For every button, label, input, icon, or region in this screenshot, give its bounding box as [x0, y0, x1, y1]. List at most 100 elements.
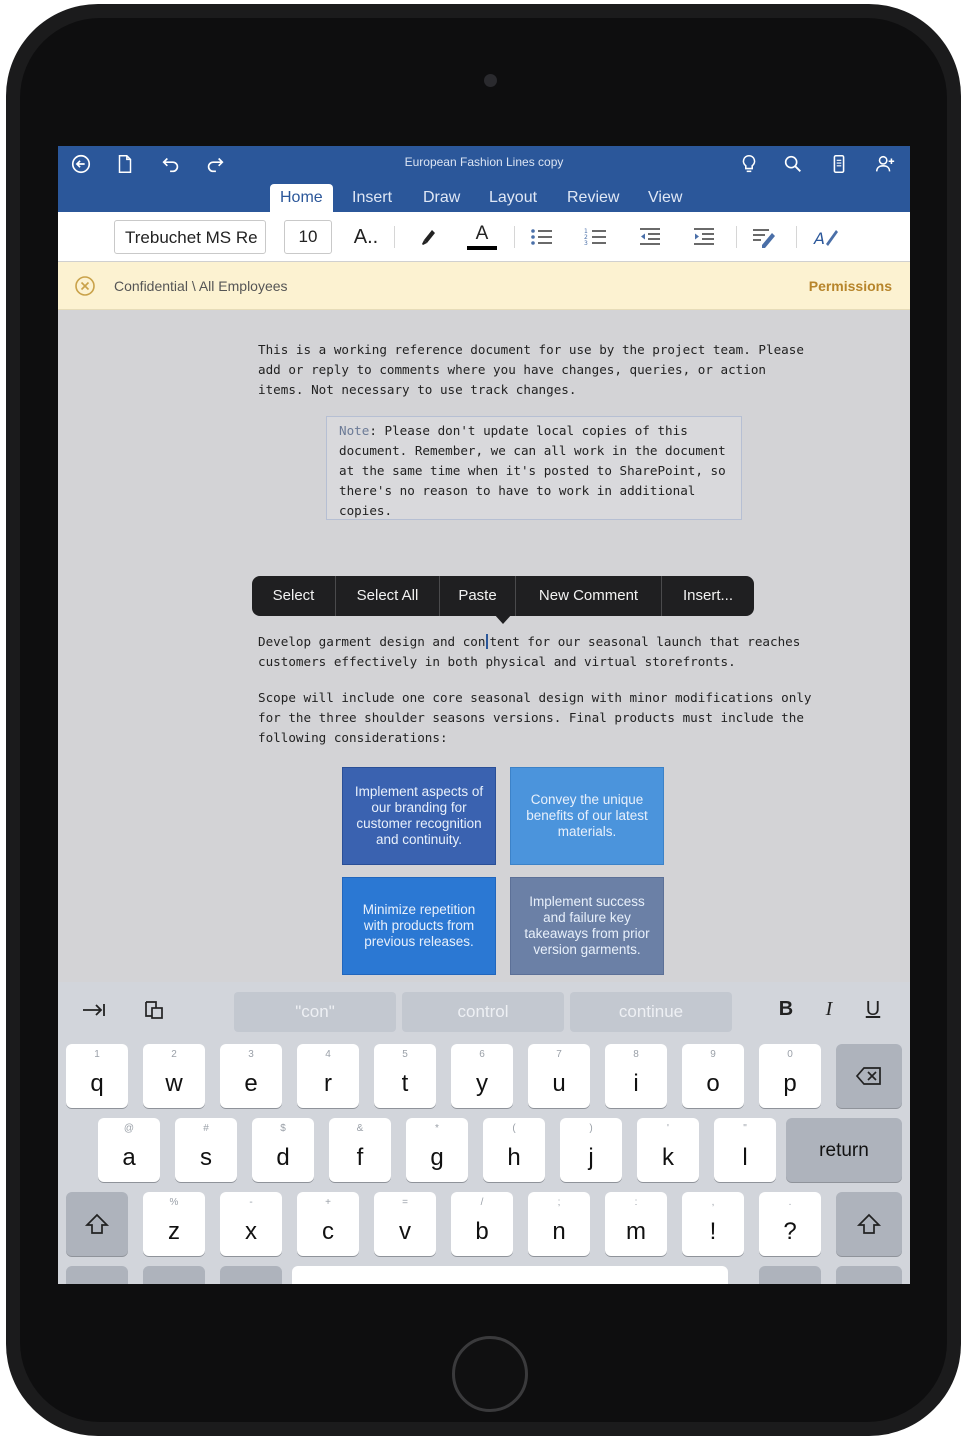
font-name-field[interactable]: Trebuchet MS Re — [114, 220, 266, 254]
key-h[interactable]: (h — [483, 1118, 545, 1182]
key-x[interactable]: -x — [220, 1192, 282, 1256]
context-paste[interactable]: Paste — [440, 576, 516, 616]
key-m[interactable]: :m — [605, 1192, 667, 1256]
context-insert[interactable]: Insert... — [662, 576, 754, 616]
key-exclamation[interactable]: ,! — [682, 1192, 744, 1256]
shift-key-left[interactable] — [66, 1192, 128, 1256]
key-b[interactable]: / b — [451, 1192, 513, 1256]
key-alt-label: 5 — [402, 1049, 408, 1060]
close-circle-icon[interactable] — [74, 275, 96, 297]
return-key[interactable]: return — [786, 1118, 902, 1182]
key-p[interactable]: 0p — [759, 1044, 821, 1108]
number-mode-key[interactable] — [66, 1266, 128, 1284]
tab-insert[interactable]: Insert — [342, 184, 402, 212]
key-o[interactable]: 9o — [682, 1044, 744, 1108]
number-mode-key-right[interactable] — [759, 1266, 821, 1284]
key-l[interactable]: " l — [714, 1118, 776, 1182]
document-canvas[interactable]: This is a working reference document for… — [58, 310, 910, 980]
key-label: c — [322, 1218, 334, 1245]
key-f[interactable]: & f — [329, 1118, 391, 1182]
suggestion-continue[interactable]: continue — [570, 992, 732, 1032]
highlighter-icon[interactable] — [410, 220, 446, 254]
key-s[interactable]: # s — [175, 1118, 237, 1182]
font-color-button[interactable]: A — [464, 220, 500, 254]
key-alt-label: ) — [589, 1123, 593, 1134]
key-c[interactable]: + c — [297, 1192, 359, 1256]
delete-key[interactable] — [836, 1044, 902, 1108]
key-k[interactable]: ' k — [637, 1118, 699, 1182]
key-n[interactable]: ; n — [528, 1192, 590, 1256]
dictation-key[interactable] — [220, 1266, 282, 1284]
numbered-list-icon[interactable]: 123 — [578, 220, 614, 254]
ribbon-tabs: Home Insert Draw Layout Review View — [58, 182, 910, 212]
shift-key-right[interactable] — [836, 1192, 902, 1256]
suggestion-literal[interactable]: "con" — [234, 992, 396, 1032]
context-select[interactable]: Select — [252, 576, 336, 616]
smartart-box-repetition[interactable]: Minimize repetition with products from p… — [342, 877, 496, 975]
key-w[interactable]: 2w — [143, 1044, 205, 1108]
key-label: i — [633, 1070, 639, 1097]
font-size-field[interactable]: 10 — [284, 220, 332, 254]
key-r[interactable]: 4r — [297, 1044, 359, 1108]
hide-keyboard-key[interactable] — [836, 1266, 902, 1284]
tab-view[interactable]: View — [638, 184, 692, 212]
home-button[interactable] — [452, 1336, 528, 1412]
key-e[interactable]: 3e — [220, 1044, 282, 1108]
share-add-person-icon[interactable] — [870, 150, 900, 178]
key-y[interactable]: 6y — [451, 1044, 513, 1108]
smartart-box-branding[interactable]: Implement aspects of our branding for cu… — [342, 767, 496, 865]
tab-layout[interactable]: Layout — [479, 184, 547, 212]
key-j[interactable]: ) j — [560, 1118, 622, 1182]
key-label: ! — [709, 1218, 717, 1245]
decrease-indent-icon[interactable] — [632, 220, 668, 254]
key-alt-label: + — [325, 1197, 331, 1208]
mobile-view-icon[interactable] — [824, 150, 854, 178]
tab-key-icon[interactable] — [76, 996, 112, 1024]
paste-clipboard-icon[interactable] — [136, 996, 172, 1024]
tab-draw[interactable]: Draw — [413, 184, 470, 212]
note-text: : Please don't update local copies of th… — [339, 423, 726, 518]
sensitivity-infobar: Confidential \ All Employees Permissions — [58, 262, 910, 310]
increase-indent-icon[interactable] — [686, 220, 722, 254]
underline-button[interactable]: U — [858, 998, 888, 1026]
key-question[interactable]: .? — [759, 1192, 821, 1256]
context-new-comment[interactable]: New Comment — [516, 576, 662, 616]
key-alt-label: ( — [512, 1123, 516, 1134]
font-format-button[interactable]: A.. — [348, 220, 384, 254]
lightbulb-icon[interactable] — [734, 150, 764, 178]
smartart-box-takeaways[interactable]: Implement success and failure key takeaw… — [510, 877, 664, 975]
bold-button[interactable]: B — [771, 998, 801, 1026]
key-t[interactable]: 5t — [374, 1044, 436, 1108]
format-painter-icon[interactable]: A — [808, 220, 844, 254]
key-alt-label: ; — [557, 1197, 561, 1208]
key-alt-label: ' — [667, 1123, 669, 1134]
italic-button[interactable]: I — [814, 998, 844, 1026]
font-color-icon: A — [475, 223, 489, 244]
space-bar[interactable] — [292, 1266, 728, 1284]
key-u[interactable]: 7u — [528, 1044, 590, 1108]
smartart-box-materials[interactable]: Convey the unique benefits of our latest… — [510, 767, 664, 865]
ribbon-divider — [394, 226, 395, 248]
tab-review[interactable]: Review — [557, 184, 629, 212]
key-g[interactable]: * g — [406, 1118, 468, 1182]
key-a[interactable]: @ a — [98, 1118, 160, 1182]
tab-home[interactable]: Home — [270, 184, 333, 212]
key-label: b — [475, 1218, 489, 1245]
key-i[interactable]: 8i — [605, 1044, 667, 1108]
search-icon[interactable] — [778, 150, 808, 178]
styles-icon[interactable] — [746, 220, 782, 254]
suggestion-control[interactable]: control — [402, 992, 564, 1032]
key-alt-label: 3 — [248, 1049, 254, 1060]
key-q[interactable]: 1q — [66, 1044, 128, 1108]
key-alt-label: * — [435, 1123, 439, 1134]
key-v[interactable]: = v — [374, 1192, 436, 1256]
key-d[interactable]: $ d — [252, 1118, 314, 1182]
key-label: x — [245, 1218, 257, 1245]
globe-key[interactable] — [143, 1266, 205, 1284]
permissions-link[interactable]: Permissions — [809, 278, 892, 294]
key-z[interactable]: % z — [143, 1192, 205, 1256]
bullet-list-icon[interactable] — [524, 220, 560, 254]
key-label: u — [552, 1070, 566, 1097]
key-label: r — [324, 1070, 332, 1097]
context-select-all[interactable]: Select All — [336, 576, 440, 616]
